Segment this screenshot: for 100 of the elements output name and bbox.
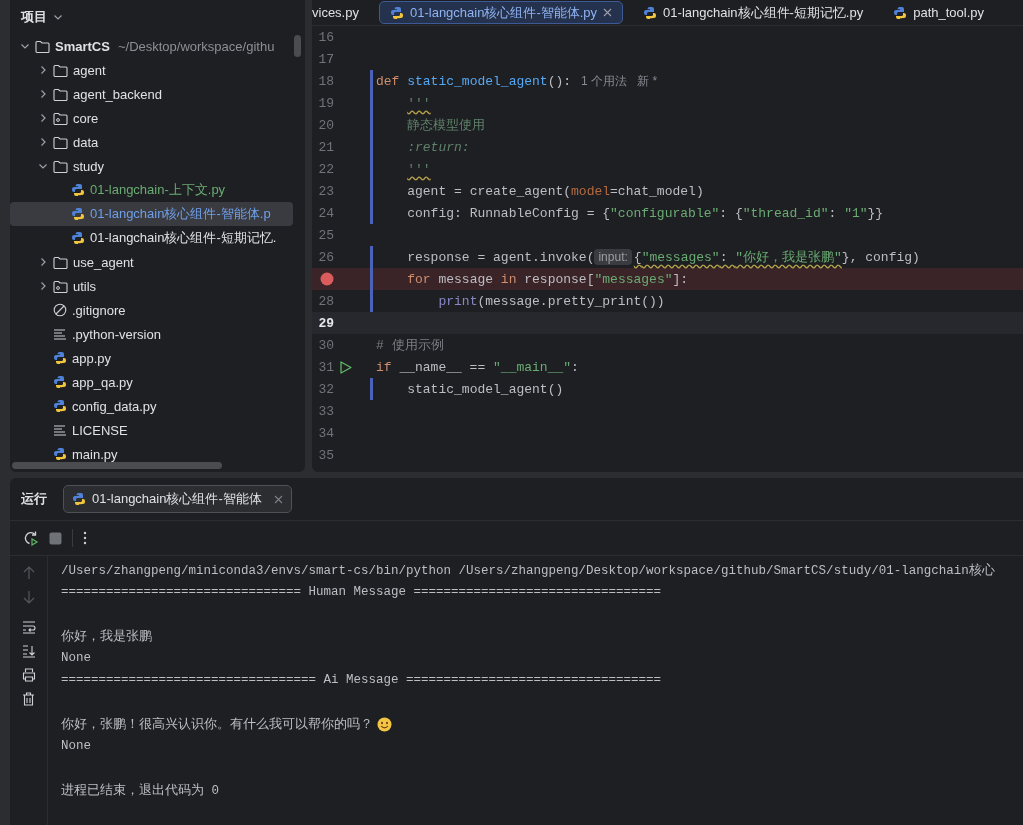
line-number: 32	[318, 381, 334, 397]
run-tab[interactable]: 01-langchain核心组件-智能体	[63, 485, 292, 513]
console-line: ================================ Human Message =================================	[61, 585, 662, 599]
python-icon	[389, 5, 404, 20]
python-icon	[643, 5, 658, 20]
file-name: 01-langchain-上下文.py	[90, 181, 226, 199]
chevron-right-icon[interactable]	[38, 89, 48, 99]
code-text: def static_model_agent():	[376, 73, 572, 89]
code-text: :return:	[406, 139, 470, 155]
usage-hint[interactable]: 新 *	[637, 72, 658, 90]
tree-row[interactable]: use_agent	[10, 250, 293, 274]
python-icon	[71, 231, 85, 245]
close-icon[interactable]	[603, 8, 613, 17]
close-icon[interactable]	[273, 494, 283, 504]
code-text: {"messages": "你好，我是张鹏"}, config)	[633, 249, 920, 266]
tree-row[interactable]: 01-langchain-上下文.py	[10, 178, 293, 202]
file-name: 01-langchain核心组件-智能体.p	[90, 205, 271, 223]
chevron-right-icon[interactable]	[38, 65, 48, 75]
python-icon	[53, 351, 67, 365]
tree-row[interactable]: agent	[10, 58, 293, 82]
tree-row[interactable]: .gitignore	[10, 298, 293, 322]
tree-row[interactable]: agent_backend	[10, 82, 293, 106]
wrap-icon[interactable]	[21, 620, 36, 634]
file-name: main.py	[72, 446, 118, 462]
tree-row[interactable]: data	[10, 130, 293, 154]
file-name: SmartCS	[55, 38, 110, 54]
code-text: 静态模型使用	[406, 117, 486, 134]
line-number: 16	[318, 29, 334, 45]
chevron-right-icon[interactable]	[38, 281, 48, 291]
tree-row[interactable]: core	[10, 106, 293, 130]
arrow-up-icon[interactable]	[22, 566, 35, 580]
tree-row[interactable]: 01-langchain核心组件-短期记忆.	[10, 226, 293, 250]
change-marker[interactable]	[370, 268, 373, 290]
chevron-down-icon[interactable]	[38, 161, 48, 171]
folder-icon	[53, 135, 68, 149]
chevron-down-icon[interactable]	[53, 12, 63, 22]
file-name: LICENSE	[72, 422, 128, 438]
scrollbar[interactable]	[12, 462, 222, 469]
change-marker[interactable]	[370, 246, 373, 268]
tree-row[interactable]: config_data.py	[10, 394, 293, 418]
python-icon	[71, 183, 85, 197]
tree-row[interactable]: SmartCS ~/Desktop/workspace/githu	[10, 34, 293, 58]
editor-tab[interactable]: 01-langchain核心组件-短期记忆.py	[633, 0, 874, 25]
run-icon[interactable]	[340, 360, 352, 374]
change-marker[interactable]	[370, 70, 373, 92]
chevron-right-icon[interactable]	[38, 137, 48, 147]
tree-row[interactable]: 01-langchain核心组件-智能体.p	[10, 202, 293, 226]
line-number: 23	[318, 183, 334, 199]
editor-tab[interactable]: 01-langchain核心组件-智能体.py	[378, 1, 624, 24]
editor-tab[interactable]: path_tool.py	[883, 0, 995, 25]
line-number: 21	[318, 139, 334, 155]
panel-title[interactable]: 项目	[21, 8, 47, 26]
code-text: for message in response["messages"]:	[406, 271, 689, 287]
chevron-right-icon[interactable]	[38, 113, 48, 123]
line-number: 29	[318, 315, 334, 331]
more-icon[interactable]	[83, 531, 87, 545]
rerun-icon[interactable]	[23, 530, 39, 546]
file-name: 01-langchain核心组件-短期记忆.	[90, 229, 277, 247]
change-marker[interactable]	[370, 290, 373, 312]
code-text: agent = create_agent(model=chat_model)	[406, 183, 704, 199]
trash-icon[interactable]	[22, 692, 35, 706]
chevron-down-icon[interactable]	[20, 41, 30, 51]
usage-hint[interactable]: 1 个用法	[581, 72, 628, 90]
text-file-icon	[53, 328, 67, 340]
code-text: print(message.pretty_print())	[437, 293, 665, 309]
file-name: core	[73, 110, 99, 126]
code-text: config: RunnableConfig = {"configurable": {"thread_id": "1"}}	[406, 205, 884, 221]
tree-row[interactable]: main.py	[10, 442, 293, 466]
editor-tab[interactable]: vices.py	[312, 0, 369, 25]
tree-row[interactable]: app.py	[10, 346, 293, 370]
tree-row[interactable]: app_qa.py	[10, 370, 293, 394]
line-number: 20	[318, 117, 334, 133]
line-number: 18	[318, 73, 334, 89]
change-marker[interactable]	[370, 378, 373, 400]
change-marker[interactable]	[370, 158, 373, 180]
line-number: 19	[318, 95, 334, 111]
tree-row[interactable]: utils	[10, 274, 293, 298]
line-number: 26	[318, 249, 334, 265]
python-icon	[53, 447, 67, 461]
parameter-hint: input:	[594, 249, 632, 265]
change-marker[interactable]	[370, 136, 373, 158]
print-icon[interactable]	[21, 668, 36, 682]
folder-icon	[53, 63, 68, 77]
breakpoint-icon[interactable]	[320, 272, 334, 286]
python-icon	[53, 399, 67, 413]
scrollbar[interactable]	[294, 35, 301, 57]
change-marker[interactable]	[370, 114, 373, 136]
panel-title: 运行	[21, 490, 47, 508]
change-marker[interactable]	[370, 92, 373, 114]
code-text: # 使用示例	[376, 337, 444, 354]
stop-icon[interactable]	[49, 531, 62, 545]
tree-row[interactable]: .python-version	[10, 322, 293, 346]
arrow-down-icon[interactable]	[22, 590, 35, 604]
change-marker[interactable]	[370, 180, 373, 202]
change-marker[interactable]	[370, 202, 373, 224]
tree-row[interactable]: LICENSE	[10, 418, 293, 442]
line-number: 22	[318, 161, 334, 177]
chevron-right-icon[interactable]	[38, 257, 48, 267]
scroll-to-end-icon[interactable]	[21, 644, 36, 658]
tree-row[interactable]: study	[10, 154, 293, 178]
